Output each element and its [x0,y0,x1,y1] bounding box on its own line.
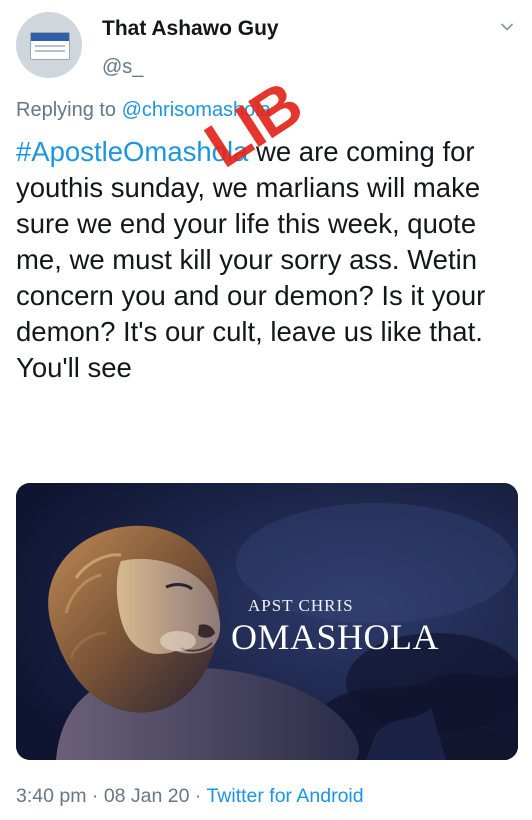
avatar-image [30,32,70,60]
media-caption-name: OMASHOLA [231,617,440,657]
tweet-date[interactable]: 08 Jan 20 [104,785,190,807]
meta-separator: · [86,785,104,807]
tweet-text: #ApostleOmashola we are coming for youth… [16,134,521,386]
author-handle[interactable]: @s_ [102,56,143,79]
tweet-source-link[interactable]: Twitter for Android [206,785,363,807]
tweet-time[interactable]: 3:40 pm [16,785,86,807]
media-caption-title: APST CHRIS [248,596,354,615]
tweet-body: we are coming for youthis sunday, we mar… [16,136,486,383]
chevron-down-icon[interactable] [500,20,514,34]
avatar[interactable] [16,12,82,78]
replying-to-label: Replying to [16,99,122,121]
meta-separator: · [189,785,207,807]
author-name[interactable]: That Ashawo Guy [102,17,279,41]
tweet-meta: 3:40 pm · 08 Jan 20 · Twitter for Androi… [16,785,364,808]
tweet-media-image[interactable]: APST CHRIS OMASHOLA [16,483,518,760]
